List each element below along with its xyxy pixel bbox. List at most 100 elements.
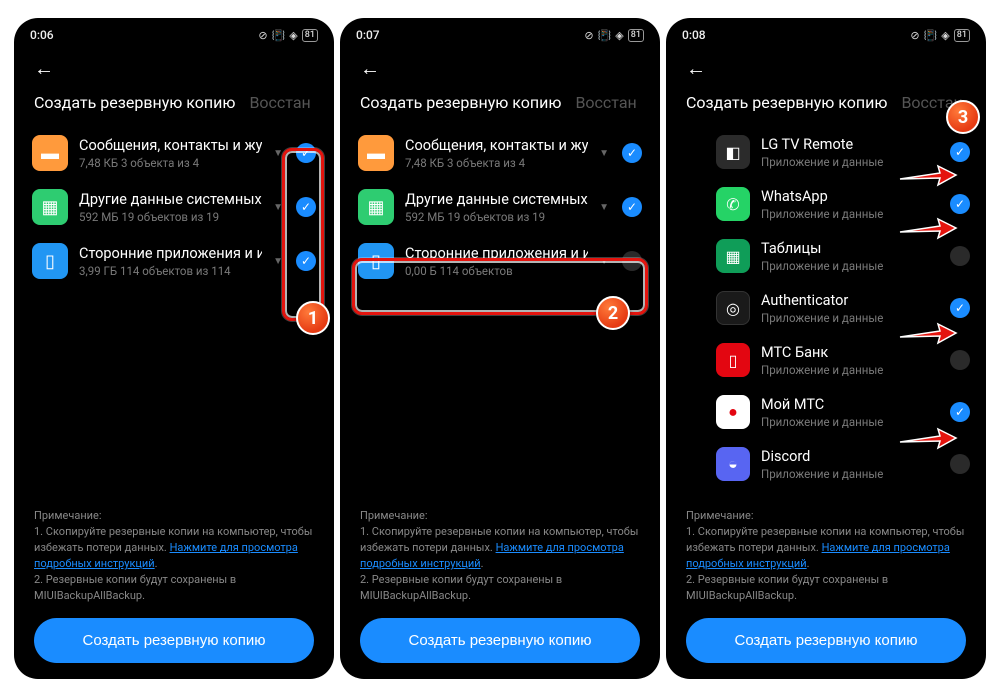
vibrate-icon: 📳 [924, 29, 938, 42]
app-row-sheets[interactable]: ▦ Таблицы Приложение и данные [716, 230, 970, 282]
app-icon: ✆ [716, 187, 750, 221]
checkbox[interactable]: ✓ [296, 143, 316, 163]
note: Примечание: 1. Скопируйте резервные копи… [34, 508, 314, 604]
status-bar: 0:07 ⊘ 📳 ◈ 81 [340, 18, 660, 48]
wifi-icon: ◈ [941, 29, 949, 42]
create-backup-button[interactable]: Создать резервную копию [360, 618, 640, 663]
note: Примечание: 1. Скопируйте резервные копи… [360, 508, 640, 604]
app-row-my-mts[interactable]: ● Мой МТС Приложение и данные ✓ [716, 386, 970, 438]
annotation-badge-3: 3 [946, 100, 980, 134]
app-row-mts-bank[interactable]: ▯ МТС Банк Приложение и данные [716, 334, 970, 386]
app-title: WhatsApp [761, 188, 939, 205]
status-icons: ⊘ 📳 ◈ 81 [584, 29, 644, 42]
category-title: Сторонние приложения и их [79, 245, 262, 262]
checkbox[interactable]: ✓ [622, 197, 642, 217]
tabs: Создать резервную копию Восстан [666, 85, 986, 126]
checkbox[interactable]: ✓ [296, 197, 316, 217]
category-sub: 592 МБ 19 объектов из 19 [79, 210, 262, 224]
app-sub: Приложение и данные [761, 155, 939, 169]
system-data-icon: ▦ [32, 189, 68, 225]
app-row-lg-tv-remote[interactable]: ◧ LG TV Remote Приложение и данные ✓ [716, 126, 970, 178]
checkbox[interactable] [950, 350, 970, 370]
tab-restore[interactable]: Восстан [249, 93, 310, 112]
messages-icon: ▬ [32, 135, 68, 171]
category-title: Другие данные системных п [79, 191, 262, 208]
app-icon: ▦ [716, 239, 750, 273]
app-title: Discord [761, 448, 939, 465]
checkbox[interactable]: ✓ [296, 251, 316, 271]
chevron-down-icon: ▼ [599, 202, 609, 213]
battery-icon: 81 [302, 29, 318, 42]
tab-create-backup[interactable]: Создать резервную копию [360, 93, 561, 112]
checkbox[interactable] [950, 454, 970, 474]
category-title: Сообщения, контакты и жур [79, 137, 262, 154]
dnd-icon: ⊘ [258, 29, 267, 42]
clock: 0:08 [682, 28, 706, 42]
tabs: Создать резервную копию Восстан [340, 85, 660, 126]
checkbox[interactable]: ✓ [950, 402, 970, 422]
create-backup-button[interactable]: Создать резервную копию [34, 618, 314, 663]
category-system-data[interactable]: ▦ Другие данные системных п 592 МБ 19 об… [32, 180, 316, 234]
chevron-down-icon: ▼ [599, 256, 609, 267]
category-sub: 592 МБ 19 объектов из 19 [405, 210, 588, 224]
checkbox[interactable]: ✓ [950, 194, 970, 214]
category-third-party-apps[interactable]: ▯ Сторонние приложения и их 3,99 ГБ 114 … [32, 234, 316, 288]
category-third-party-apps[interactable]: ▯ Сторонние приложения и их 0,00 Б 114 о… [358, 234, 642, 288]
app-title: Мой МТС [761, 396, 939, 413]
category-sub: 0,00 Б 114 объектов [405, 264, 588, 278]
category-title: Другие данные системных п [405, 191, 588, 208]
checkbox[interactable] [622, 251, 642, 271]
app-icon: ◎ [716, 291, 750, 325]
app-sub: Приложение и данные [761, 311, 939, 325]
category-messages[interactable]: ▬ Сообщения, контакты и жур 7,48 КБ 3 об… [358, 126, 642, 180]
app-title: Таблицы [761, 240, 939, 257]
vibrate-icon: 📳 [598, 29, 612, 42]
apps-icon: ▯ [32, 243, 68, 279]
status-icons: ⊘ 📳 ◈ 81 [258, 29, 318, 42]
phone-screen-3: 0:08 ⊘ 📳 ◈ 81 ← Создать резервную копию … [666, 18, 986, 679]
category-system-data[interactable]: ▦ Другие данные системных п 592 МБ 19 об… [358, 180, 642, 234]
category-sub: 7,48 КБ 3 объекта из 4 [405, 156, 588, 170]
app-sub: Приложение и данные [761, 415, 939, 429]
app-row-authenticator[interactable]: ◎ Authenticator Приложение и данные ✓ [716, 282, 970, 334]
back-icon[interactable]: ← [360, 56, 380, 80]
category-title: Сообщения, контакты и жур [405, 137, 588, 154]
app-sub: Приложение и данные [761, 207, 939, 221]
app-icon: ● [716, 395, 750, 429]
phone-screen-1: 0:06 ⊘ 📳 ◈ 81 ← Создать резервную копию … [14, 18, 334, 679]
tab-create-backup[interactable]: Создать резервную копию [686, 93, 887, 112]
category-messages[interactable]: ▬ Сообщения, контакты и жур 7,48 КБ 3 об… [32, 126, 316, 180]
phone-screen-2: 0:07 ⊘ 📳 ◈ 81 ← Создать резервную копию … [340, 18, 660, 679]
create-backup-button[interactable]: Создать резервную копию [686, 618, 966, 663]
chevron-down-icon: ▼ [273, 256, 283, 267]
checkbox[interactable]: ✓ [950, 298, 970, 318]
tab-create-backup[interactable]: Создать резервную копию [34, 93, 235, 112]
apps-icon: ▯ [358, 243, 394, 279]
status-bar: 0:06 ⊘ 📳 ◈ 81 [14, 18, 334, 48]
chevron-down-icon: ▼ [273, 202, 283, 213]
dnd-icon: ⊘ [910, 29, 919, 42]
checkbox[interactable]: ✓ [622, 143, 642, 163]
app-title: МТС Банк [761, 344, 939, 361]
app-row-discord[interactable]: ◒ Discord Приложение и данные [716, 438, 970, 490]
wifi-icon: ◈ [615, 29, 623, 42]
clock: 0:07 [356, 28, 380, 42]
back-icon[interactable]: ← [34, 56, 54, 80]
status-icons: ⊘ 📳 ◈ 81 [910, 29, 970, 42]
battery-icon: 81 [628, 29, 644, 42]
vibrate-icon: 📳 [272, 29, 286, 42]
dnd-icon: ⊘ [584, 29, 593, 42]
note: Примечание: 1. Скопируйте резервные копи… [686, 508, 966, 604]
checkbox[interactable] [950, 246, 970, 266]
app-icon: ▯ [716, 343, 750, 377]
messages-icon: ▬ [358, 135, 394, 171]
checkbox[interactable]: ✓ [950, 142, 970, 162]
category-sub: 7,48 КБ 3 объекта из 4 [79, 156, 262, 170]
system-data-icon: ▦ [358, 189, 394, 225]
tab-restore[interactable]: Восстан [575, 93, 636, 112]
back-icon[interactable]: ← [686, 56, 706, 80]
app-row-whatsapp[interactable]: ✆ WhatsApp Приложение и данные ✓ [716, 178, 970, 230]
annotation-badge-1: 1 [296, 301, 330, 335]
app-icon: ◧ [716, 135, 750, 169]
chevron-down-icon: ▼ [599, 148, 609, 159]
